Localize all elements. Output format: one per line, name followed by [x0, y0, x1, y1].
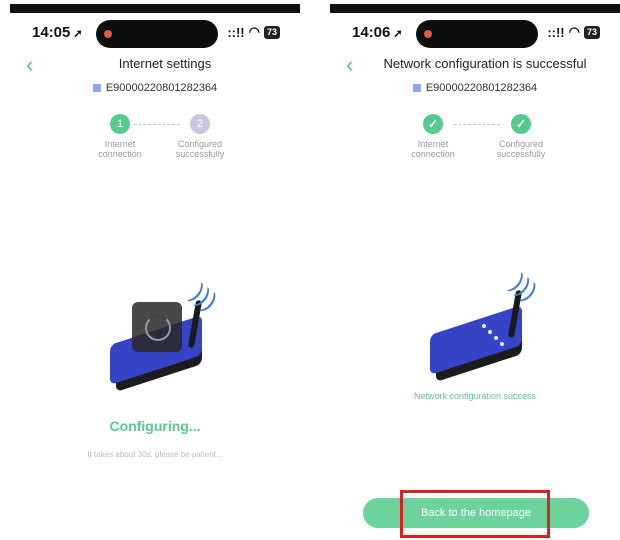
configuring-status: Configuring...: [109, 418, 201, 434]
back-chevron-icon[interactable]: ‹: [26, 54, 33, 76]
step-configured-successfully: 2 Configured successfully: [170, 114, 230, 159]
record-dot-icon: [424, 30, 432, 38]
status-icons: ::!! ◠ 73: [227, 24, 280, 40]
status-bar: 14:05 ➚ ::!! ◠ 73: [10, 18, 300, 48]
back-chevron-icon[interactable]: ‹: [346, 54, 353, 76]
device-id: E90000220801282364: [330, 82, 620, 94]
router-illustration: ))): [110, 280, 222, 392]
screen-success: 14:06 ➚ ::!! ◠ 73 ‹ Network configuration…: [330, 0, 620, 540]
screen-configuring: 14:05 ➚ ::!! ◠ 73 ‹ Internet settings E90…: [10, 0, 300, 540]
battery-icon: 73: [263, 25, 280, 39]
step-internet-connection: 1 Internet connection: [90, 114, 150, 159]
highlight-box: [400, 490, 550, 538]
spinner-icon: [145, 315, 171, 341]
device-id-text: E90000220801282364: [425, 82, 538, 94]
page-title: Network configuration is successful: [383, 56, 587, 71]
step-label: Internet connection: [411, 139, 455, 159]
wifi-signal-icon: ))): [186, 279, 223, 316]
dynamic-island: [416, 20, 538, 48]
location-icon: ➚: [393, 28, 403, 40]
wifi-signal-icon: ))): [506, 269, 543, 306]
dynamic-island: [96, 20, 218, 48]
status-bar: 14:06 ➚ ::!! ◠ 73: [330, 18, 620, 48]
check-icon: ✓: [423, 114, 443, 134]
top-bar: [10, 4, 300, 13]
signal-icon: ::!!: [547, 24, 565, 40]
step-label: Configured successfully: [496, 139, 546, 159]
device-icon: [412, 84, 421, 93]
step-number-1: 1: [110, 114, 130, 134]
location-icon: ➚: [73, 28, 83, 40]
record-dot-icon: [104, 30, 112, 38]
signal-icon: ::!!: [227, 24, 245, 40]
router-illustration: ))): [430, 270, 542, 382]
device-icon: [92, 84, 101, 93]
wifi-icon: ◠: [248, 24, 260, 39]
step-label: Configured successfully: [175, 139, 225, 159]
status-time: 14:06 ➚: [352, 24, 403, 41]
wifi-icon: ◠: [568, 24, 580, 39]
device-id: E90000220801282364: [10, 82, 300, 94]
success-message: Network configuration success: [413, 391, 537, 401]
step-number-2: 2: [190, 114, 210, 134]
step-internet-connection: ✓ Internet connection: [403, 114, 463, 159]
battery-icon: 73: [583, 25, 600, 39]
status-time: 14:05 ➚: [32, 24, 83, 41]
step-label: Internet connection: [98, 139, 142, 159]
step-configured-successfully: ✓ Configured successfully: [491, 114, 551, 159]
device-id-text: E90000220801282364: [105, 82, 218, 94]
top-bar: [330, 4, 620, 13]
check-icon: ✓: [511, 114, 531, 134]
wait-hint: It takes about 30s, please be patient...: [87, 450, 223, 459]
status-icons: ::!! ◠ 73: [547, 24, 600, 40]
loading-overlay: [132, 302, 182, 352]
page-title: Internet settings: [118, 56, 212, 71]
